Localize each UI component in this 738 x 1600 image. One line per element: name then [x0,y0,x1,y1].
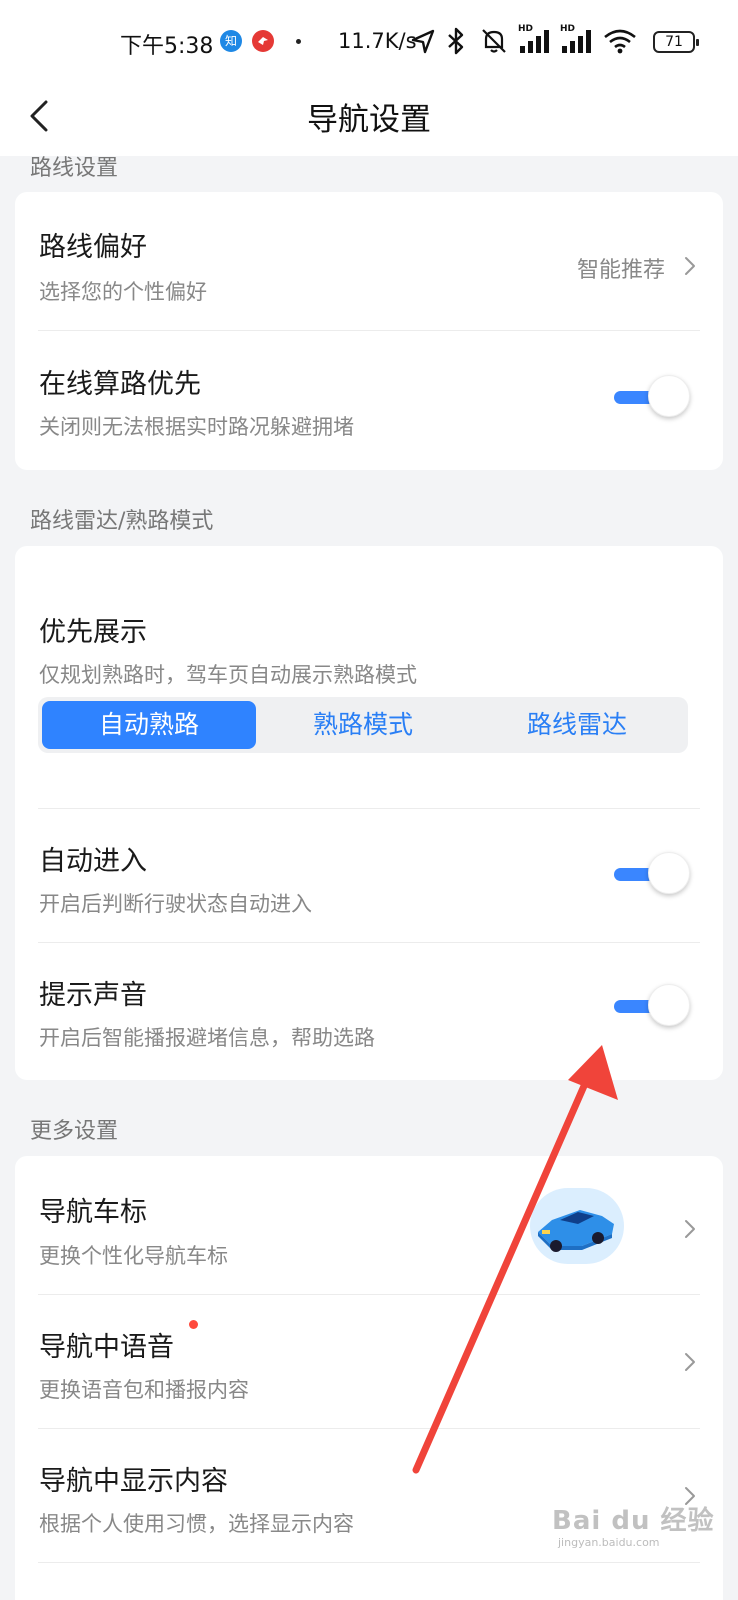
auto-enter-row: 自动进入 开启后判断行驶状态自动进入 [15,809,723,942]
auto-enter-subtitle: 开启后判断行驶状态自动进入 [39,892,312,916]
route-settings-card: 路线偏好 选择您的个性偏好 智能推荐 在线算路优先 关闭则无法根据实时路况躲避拥… [15,192,723,470]
status-bar: 下午5:38 知 11.7K/s HD HD 71 [0,0,738,82]
chevron-right-icon [685,1353,695,1371]
auto-enter-toggle[interactable] [612,852,690,896]
segment-route-radar[interactable]: 路线雷达 [470,701,684,749]
route-preference-value: 智能推荐 [576,258,665,283]
bluetooth-icon [448,27,464,55]
app-bar: 导航设置 [0,82,738,156]
online-routing-subtitle: 关闭则无法根据实时路况躲避拥堵 [39,415,354,439]
new-badge-dot [189,1320,198,1329]
wifi-icon [604,29,636,54]
divider [38,1562,700,1563]
section-title-more: 更多设置 [30,1119,119,1144]
page-title: 导航设置 [307,102,431,138]
nav-voice-row[interactable]: 导航中语音 更换语音包和播报内容 [15,1295,723,1428]
car-icon-row[interactable]: 导航车标 更换个性化导航车标 [15,1156,723,1294]
section-title-radar: 路线雷达/熟路模式 [30,509,214,534]
prompt-sound-toggle[interactable] [612,984,690,1028]
signal-1-icon [520,30,549,53]
chevron-right-icon [685,1220,695,1238]
segment-familiar-mode[interactable]: 熟路模式 [256,701,470,749]
car-icon-title: 导航车标 [39,1197,147,1228]
network-speed: 11.7K/s [338,29,417,53]
prompt-sound-title: 提示声音 [39,980,147,1011]
priority-segmented-control: 自动熟路 熟路模式 路线雷达 [38,697,688,753]
priority-display-subtitle: 仅规划熟路时，驾车页自动展示熟路模式 [39,663,417,687]
toggle-thumb [648,984,690,1026]
mute-bell-icon [482,29,506,53]
segment-auto-familiar[interactable]: 自动熟路 [42,701,256,749]
baidu-watermark-url: jingyan.baidu.com [558,1536,660,1549]
more-notifications-dot [296,39,301,44]
online-routing-row: 在线算路优先 关闭则无法根据实时路况躲避拥堵 [15,331,723,470]
app-notification-icon [252,30,274,52]
route-preference-subtitle: 选择您的个性偏好 [39,280,207,304]
chevron-right-icon [685,257,695,275]
auto-enter-title: 自动进入 [39,846,147,877]
location-arrow-icon [411,29,435,54]
toggle-thumb [648,852,690,894]
online-routing-title: 在线算路优先 [39,369,201,400]
battery-indicator: 71 [653,31,699,53]
signal-2-icon [562,30,591,53]
car-icon-subtitle: 更换个性化导航车标 [39,1244,228,1268]
route-preference-row[interactable]: 路线偏好 选择您的个性偏好 智能推荐 [15,192,723,330]
radar-settings-card: 优先展示 仅规划熟路时，驾车页自动展示熟路模式 自动熟路 熟路模式 路线雷达 自… [15,546,723,1080]
nav-voice-subtitle: 更换语音包和播报内容 [39,1378,249,1402]
prompt-sound-row: 提示声音 开启后智能播报避堵信息，帮助选路 [15,943,723,1080]
toggle-thumb [648,375,690,417]
nav-display-subtitle: 根据个人使用习惯，选择显示内容 [39,1512,354,1536]
status-time: 下午5:38 [120,34,214,59]
car-avatar [530,1188,624,1264]
priority-display-row: 优先展示 仅规划熟路时，驾车页自动展示熟路模式 自动熟路 熟路模式 路线雷达 [15,546,723,808]
baidu-watermark: Bai du 经验 [552,1506,715,1536]
route-preference-title: 路线偏好 [39,232,147,263]
nav-voice-title: 导航中语音 [39,1332,174,1363]
priority-display-title: 优先展示 [39,617,147,648]
zhihu-icon: 知 [220,30,242,52]
car-icon [538,1210,614,1252]
section-title-route: 路线设置 [30,156,119,181]
nav-display-title: 导航中显示内容 [39,1466,228,1497]
online-routing-toggle[interactable] [612,375,690,419]
prompt-sound-subtitle: 开启后智能播报避堵信息，帮助选路 [39,1026,375,1050]
